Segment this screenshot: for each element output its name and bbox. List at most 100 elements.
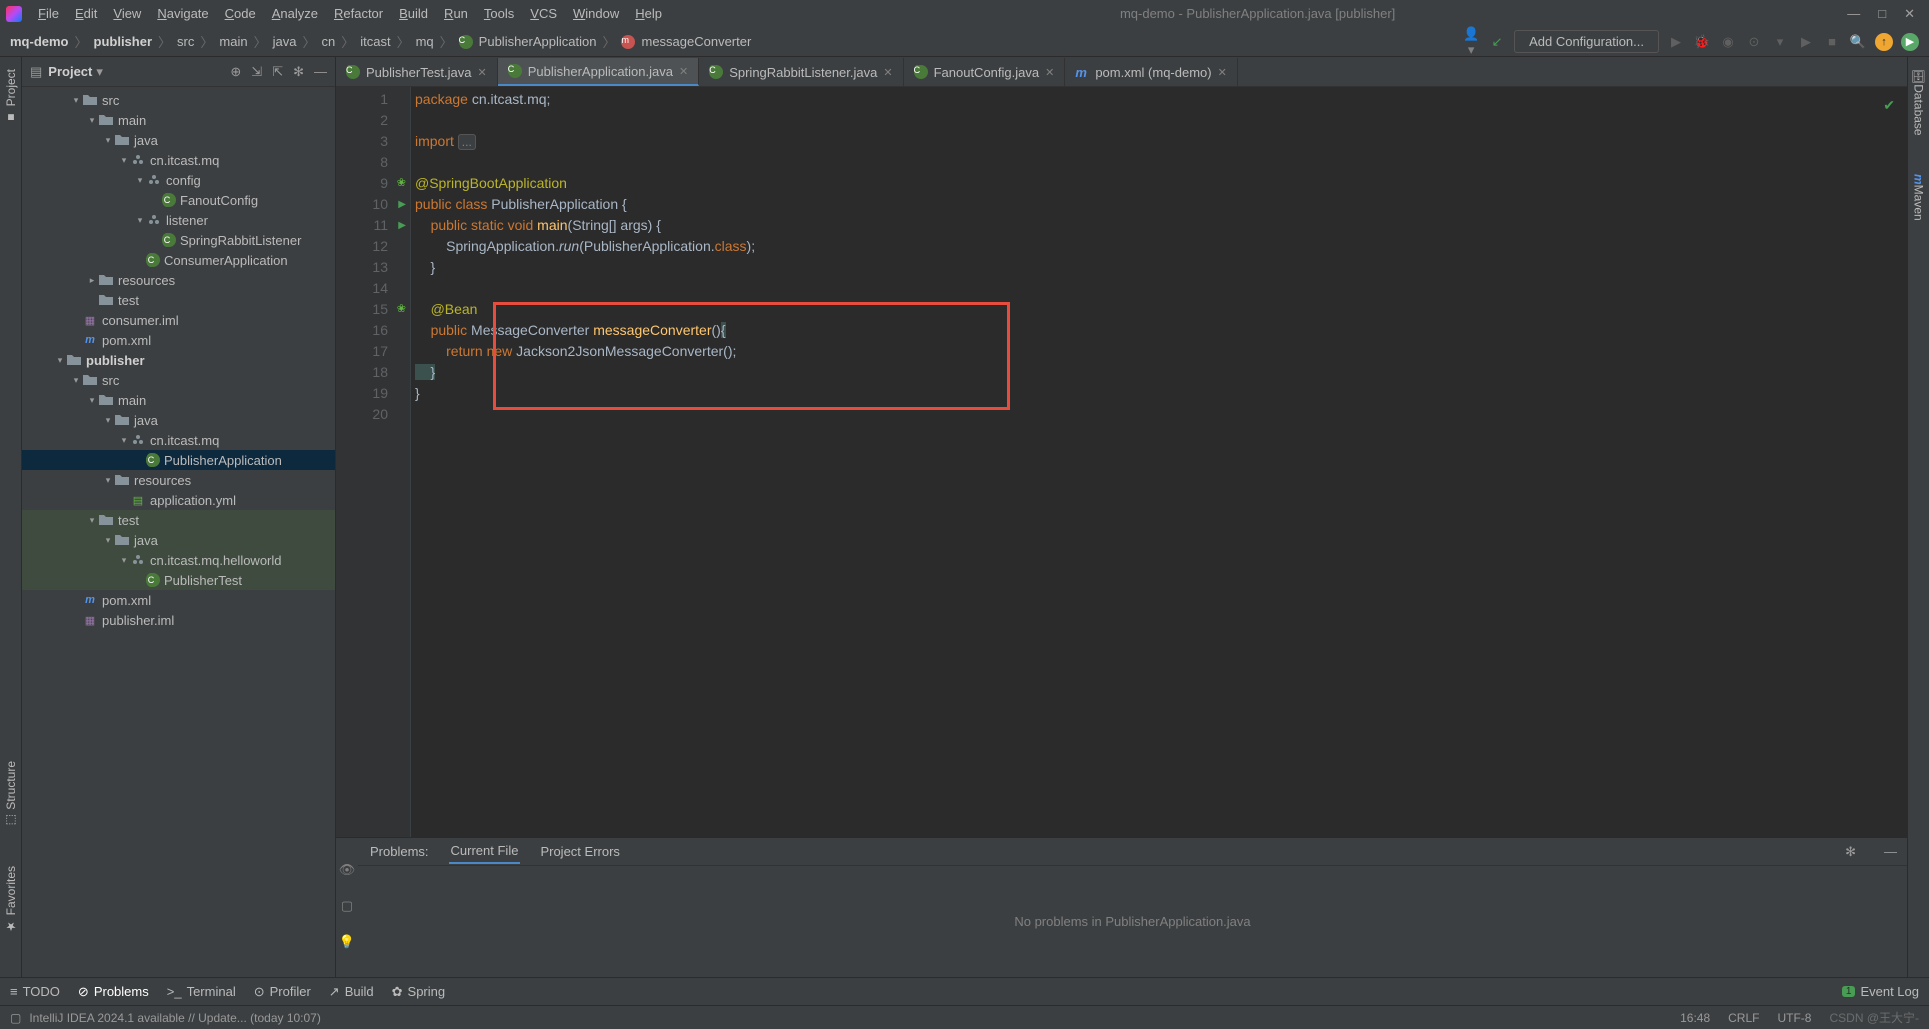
favorites-tool-tab[interactable]: ★Favorites <box>2 862 20 937</box>
bulb-icon[interactable]: 💡 <box>339 934 355 950</box>
tree-arrow-icon[interactable]: ▾ <box>118 435 130 446</box>
bottom-tab-spring[interactable]: ✿Spring <box>392 984 445 1000</box>
tree-row[interactable]: mpom.xml <box>22 330 335 350</box>
editor-tab[interactable]: mpom.xml (mq-demo)✕ <box>1065 58 1238 86</box>
tree-row[interactable]: ▾java <box>22 130 335 150</box>
stop-icon[interactable]: ■ <box>1823 34 1841 49</box>
run-gutter-icon[interactable]: ▶ <box>398 194 406 215</box>
database-tool-tab[interactable]: 🗄Database <box>1910 65 1928 140</box>
tree-row[interactable]: ▤application.yml <box>22 490 335 510</box>
eye-icon[interactable]: 👁 <box>339 862 356 878</box>
bottom-tab-todo[interactable]: ≡TODO <box>10 984 60 999</box>
project-tree[interactable]: ▾src▾main▾java▾cn.itcast.mq▾configCFanou… <box>22 87 335 977</box>
menu-run[interactable]: Run <box>438 3 474 24</box>
run-gutter-icon[interactable]: ▶ <box>398 215 406 236</box>
tree-row[interactable]: test <box>22 290 335 310</box>
status-message[interactable]: IntelliJ IDEA 2024.1 available // Update… <box>29 1011 321 1025</box>
tree-row[interactable]: CConsumerApplication <box>22 250 335 270</box>
coverage-icon[interactable]: ◉ <box>1719 34 1737 50</box>
tree-row[interactable]: ▦consumer.iml <box>22 310 335 330</box>
profile-icon[interactable]: ⊙ <box>1745 34 1763 50</box>
breadcrumb-item[interactable]: main <box>219 34 247 49</box>
menu-file[interactable]: File <box>32 3 65 24</box>
menu-help[interactable]: Help <box>629 3 668 24</box>
bean-gutter-icon[interactable]: ❀ <box>397 299 406 320</box>
tree-arrow-icon[interactable]: ▾ <box>102 475 114 486</box>
menu-refactor[interactable]: Refactor <box>328 3 389 24</box>
gutter-line[interactable]: 12 <box>336 236 410 257</box>
gutter-line[interactable]: 17 <box>336 341 410 362</box>
event-log-tab[interactable]: 1Event Log <box>1842 984 1919 999</box>
tree-row[interactable]: ▾cn.itcast.mq <box>22 430 335 450</box>
tree-row[interactable]: CPublisherApplication <box>22 450 335 470</box>
tree-row[interactable]: ▦publisher.iml <box>22 610 335 630</box>
tree-row[interactable]: ▾src <box>22 370 335 390</box>
tree-row[interactable]: ▾publisher <box>22 350 335 370</box>
project-panel-title[interactable]: Project <box>48 64 92 79</box>
tree-arrow-icon[interactable]: ▾ <box>86 395 98 406</box>
menu-vcs[interactable]: VCS <box>524 3 563 24</box>
menu-view[interactable]: View <box>107 3 147 24</box>
bean-gutter-icon[interactable]: ❀ <box>397 173 406 194</box>
tree-row[interactable]: ▾main <box>22 110 335 130</box>
tree-arrow-icon[interactable]: ▾ <box>134 215 146 226</box>
tree-row[interactable]: ▾cn.itcast.mq <box>22 150 335 170</box>
menu-build[interactable]: Build <box>393 3 434 24</box>
breadcrumb-item[interactable]: java <box>273 34 297 49</box>
tree-arrow-icon[interactable]: ▾ <box>86 515 98 526</box>
problems-tab-current[interactable]: Current File <box>449 839 521 864</box>
close-icon[interactable]: ✕ <box>1904 6 1915 22</box>
tree-arrow-icon[interactable]: ▾ <box>102 415 114 426</box>
project-view-icon[interactable]: ▤ <box>30 64 42 80</box>
filter-icon[interactable]: ▢ <box>341 898 353 914</box>
bottom-tab-profiler[interactable]: ⊙Profiler <box>254 984 311 1000</box>
tree-row[interactable]: ▾src <box>22 90 335 110</box>
debug-icon[interactable]: 🐞 <box>1693 34 1711 50</box>
tree-row[interactable]: ▾main <box>22 390 335 410</box>
tree-arrow-icon[interactable]: ▾ <box>86 115 98 126</box>
tree-row[interactable]: ▾config <box>22 170 335 190</box>
gutter-line[interactable]: 20 <box>336 404 410 425</box>
breadcrumb-item[interactable]: publisher <box>94 34 153 49</box>
menu-navigate[interactable]: Navigate <box>151 3 214 24</box>
tree-arrow-icon[interactable]: ▾ <box>134 175 146 186</box>
tree-arrow-icon[interactable]: ▾ <box>54 355 66 366</box>
gutter-line[interactable]: 10▶ <box>336 194 410 215</box>
gutter-line[interactable]: 15❀ <box>336 299 410 320</box>
tree-arrow-icon[interactable]: ▾ <box>70 95 82 106</box>
status-encoding[interactable]: UTF-8 <box>1777 1011 1811 1025</box>
breadcrumb-item[interactable]: mq-demo <box>10 34 69 49</box>
gutter-line[interactable]: 2 <box>336 110 410 131</box>
status-line-sep[interactable]: CRLF <box>1728 1011 1759 1025</box>
maven-tool-tab[interactable]: mMaven <box>1910 170 1928 225</box>
gutter-line[interactable]: 16 <box>336 320 410 341</box>
tree-arrow-icon[interactable]: ▾ <box>102 535 114 546</box>
code-with-me-icon[interactable]: ▶ <box>1901 33 1919 51</box>
code-editor[interactable]: 12389❀10▶11▶12131415❀1617181920 package … <box>336 87 1907 837</box>
project-tool-tab[interactable]: ■Project <box>2 65 20 128</box>
gear-icon[interactable]: ✻ <box>293 64 304 80</box>
hide-icon[interactable]: — <box>1884 844 1897 859</box>
tree-row[interactable]: ▾cn.itcast.mq.helloworld <box>22 550 335 570</box>
tree-row[interactable]: ▾java <box>22 410 335 430</box>
tree-row[interactable]: ▾resources <box>22 470 335 490</box>
gear-icon[interactable]: ✻ <box>1845 844 1856 860</box>
menu-analyze[interactable]: Analyze <box>266 3 324 24</box>
bottom-tab-build[interactable]: ↗Build <box>329 984 374 1000</box>
tree-arrow-icon[interactable]: ▾ <box>118 155 130 166</box>
gutter-line[interactable]: 3 <box>336 131 410 152</box>
breadcrumb-item[interactable]: src <box>177 34 194 49</box>
breadcrumb-item[interactable]: mq <box>416 34 434 49</box>
tree-row[interactable]: ▾test <box>22 510 335 530</box>
close-tab-icon[interactable]: ✕ <box>1045 66 1054 79</box>
chevron-down-icon[interactable]: ▾ <box>96 64 103 80</box>
fold-region[interactable]: ... <box>458 134 476 150</box>
close-tab-icon[interactable]: ✕ <box>679 65 688 78</box>
close-tab-icon[interactable]: ✕ <box>883 66 892 79</box>
structure-tool-tab[interactable]: ⬚Structure <box>2 757 20 832</box>
collapse-icon[interactable]: ⇱ <box>272 64 283 80</box>
breadcrumb-item[interactable]: cn <box>321 34 335 49</box>
gutter-line[interactable]: 1 <box>336 89 410 110</box>
tree-row[interactable]: ▸resources <box>22 270 335 290</box>
tree-row[interactable]: ▾listener <box>22 210 335 230</box>
